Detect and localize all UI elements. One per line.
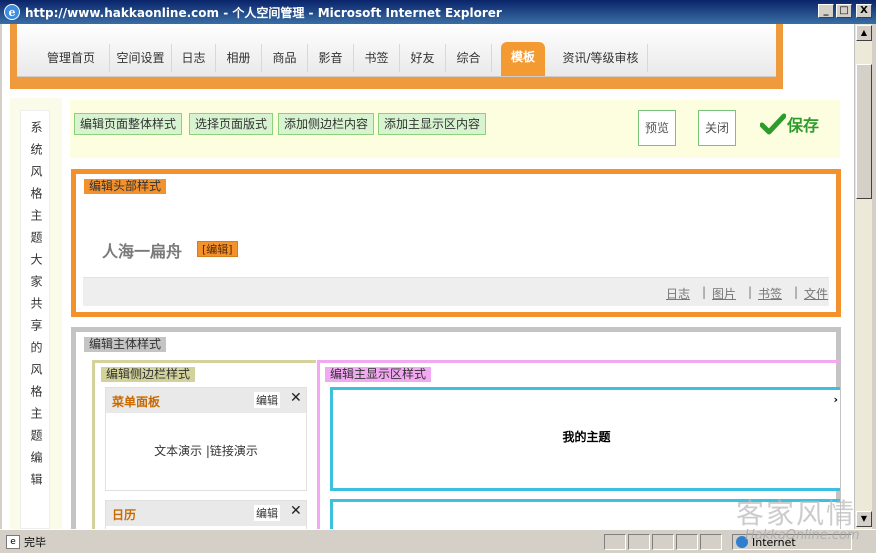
site-title: 人海一扁舟 <box>102 242 183 261</box>
scroll-up-button[interactable]: ▲ <box>856 25 872 41</box>
tab-goods[interactable]: 商品 <box>262 44 308 72</box>
window-title: http://www.hakkaonline.com - 个人空间管理 - Mi… <box>25 5 502 20</box>
scroll-down-button[interactable]: ▼ <box>856 511 872 527</box>
page-done-icon: e <box>6 534 20 549</box>
ie-icon: e <box>4 4 20 20</box>
link-bookmarks[interactable]: 书签 <box>758 285 782 302</box>
menu-panel-edit-button[interactable]: 编辑 <box>254 392 280 408</box>
add-main-content-button[interactable]: 添加主显示区内容 <box>378 113 487 135</box>
edit-sidebar-style-tag[interactable]: 编辑侧边栏样式 <box>101 367 196 382</box>
tab-friends[interactable]: 好友 <box>400 44 446 72</box>
save-label: 保存 <box>787 116 820 135</box>
close-button[interactable]: X <box>856 4 872 18</box>
edit-main-style-tag[interactable]: 编辑主显示区样式 <box>325 367 432 382</box>
status-cells <box>604 534 722 550</box>
status-text: 完毕 <box>24 535 46 549</box>
check-icon <box>760 113 786 135</box>
link-files[interactable]: 文件 <box>804 285 828 302</box>
status-cell <box>700 534 722 550</box>
left-theme-column[interactable]: 系统风格主题大家共享的风格主题编辑 <box>20 110 50 529</box>
body-section[interactable]: 编辑主体样式 编辑侧边栏样式 菜单面板 编辑 ✕ 文本演示 |链接演示 日历 编… <box>71 327 841 529</box>
edit-body-style-tag[interactable]: 编辑主体样式 <box>84 337 167 352</box>
page-viewport: 管理首页 空间设置 日志 相册 商品 影音 书签 好友 综合 模板 资讯/等级审… <box>2 24 854 529</box>
edit-header-style-tag[interactable]: 编辑头部样式 <box>84 179 167 194</box>
tab-album[interactable]: 相册 <box>216 44 262 72</box>
calendar-panel: 日历 编辑 ✕ <box>105 500 307 529</box>
sidebar-area[interactable]: 编辑侧边栏样式 菜单面板 编辑 ✕ 文本演示 |链接演示 日历 编辑 ✕ <box>92 360 316 529</box>
calendar-panel-edit-button[interactable]: 编辑 <box>254 505 280 521</box>
preview-button[interactable]: 预览 <box>638 110 676 146</box>
window-controls: _ □ X <box>818 4 872 18</box>
menu-panel-header: 菜单面板 编辑 ✕ <box>106 388 306 413</box>
add-sidebar-content-button[interactable]: 添加侧边栏内容 <box>278 113 375 135</box>
save-button[interactable]: 保存 <box>760 112 819 136</box>
watermark-chinese: 客家风情 <box>736 497 857 530</box>
top-nav: 管理首页 空间设置 日志 相册 商品 影音 书签 好友 综合 模板 资讯/等级审… <box>10 24 783 89</box>
calendar-panel-title: 日历 <box>112 508 137 522</box>
link-separator: | <box>794 285 799 299</box>
tab-space-settings[interactable]: 空间设置 <box>110 44 172 72</box>
minimize-button[interactable]: _ <box>818 4 834 18</box>
select-layout-button[interactable]: 选择页面版式 <box>189 113 274 135</box>
tab-home[interactable]: 管理首页 <box>33 44 110 72</box>
scroll-thumb[interactable] <box>856 64 872 199</box>
calendar-panel-close-icon[interactable]: ✕ <box>290 503 302 519</box>
tab-blog[interactable]: 日志 <box>172 44 216 72</box>
link-separator: | <box>748 285 753 299</box>
menu-panel-title: 菜单面板 <box>112 395 161 409</box>
tab-template[interactable]: 模板 <box>501 42 545 76</box>
edit-toolbar: 编辑页面整体样式 选择页面版式 添加侧边栏内容 添加主显示区内容 预览 关闭 <box>70 100 840 158</box>
tab-general[interactable]: 综合 <box>446 44 492 72</box>
vertical-scrollbar[interactable]: ▲ ▼ <box>854 24 872 529</box>
status-cell <box>604 534 626 550</box>
edit-page-style-button[interactable]: 编辑页面整体样式 <box>74 113 183 135</box>
calendar-panel-header: 日历 编辑 ✕ <box>106 501 306 526</box>
close-page-button[interactable]: 关闭 <box>698 110 736 146</box>
header-section[interactable]: 编辑头部样式 人海一扁舟 [编辑] 日志 | 图片 | 书签 | 文件 <box>71 169 841 317</box>
my-topic-title: 我的主题 <box>562 430 611 444</box>
status-cell <box>676 534 698 550</box>
tab-media[interactable]: 影音 <box>308 44 354 72</box>
link-blog[interactable]: 日志 <box>666 285 690 302</box>
status-cell <box>628 534 650 550</box>
menu-panel: 菜单面板 编辑 ✕ 文本演示 |链接演示 <box>105 387 307 491</box>
window-titlebar: e http://www.hakkaonline.com - 个人空间管理 - … <box>0 0 876 24</box>
edit-title-button[interactable]: [编辑] <box>197 241 238 257</box>
header-links-bar: 日志 | 图片 | 书签 | 文件 <box>83 277 829 306</box>
my-topic-box[interactable]: › 我的主题 <box>330 387 840 491</box>
left-theme-text: 系统风格主题大家共享的风格主题编辑 <box>29 121 43 495</box>
chevron-right-icon[interactable]: › <box>833 393 838 406</box>
top-nav-bar: 管理首页 空间设置 日志 相册 商品 影音 书签 好友 综合 模板 资讯/等级审… <box>17 24 776 77</box>
watermark-url: HakkaOnline.com <box>745 528 860 543</box>
status-cell <box>652 534 674 550</box>
link-separator: | <box>702 285 707 299</box>
tab-bookmarks[interactable]: 书签 <box>354 44 400 72</box>
menu-panel-close-icon[interactable]: ✕ <box>290 390 302 406</box>
link-images[interactable]: 图片 <box>712 285 736 302</box>
menu-panel-content: 文本演示 |链接演示 <box>154 444 258 458</box>
tab-news-review[interactable]: 资讯/等级审核 <box>554 44 648 72</box>
maximize-button[interactable]: □ <box>836 4 852 18</box>
